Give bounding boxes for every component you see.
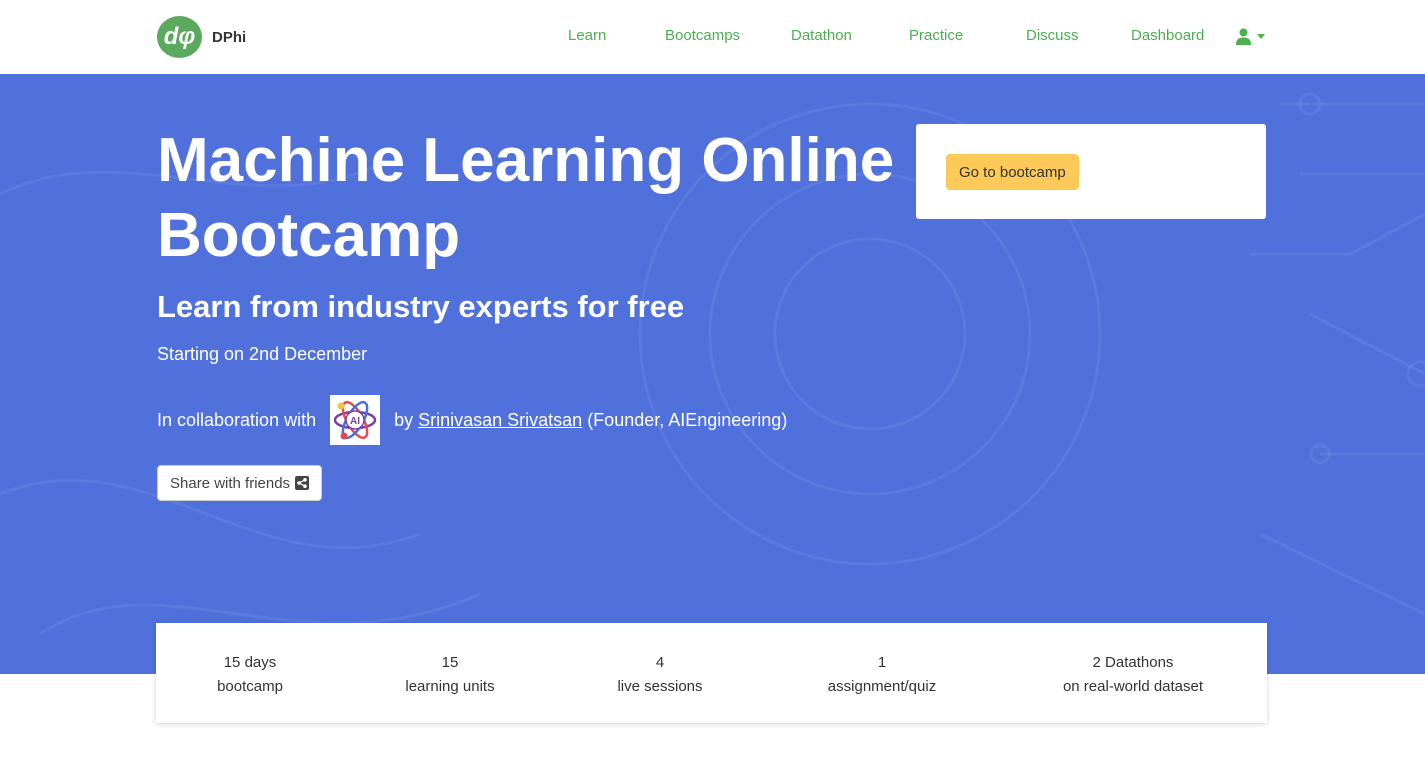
- stat-item: 1 assignment/quiz: [807, 651, 957, 699]
- stat-value: 4: [655, 654, 665, 671]
- nav-bootcamps[interactable]: Bootcamps: [665, 27, 740, 44]
- bootcamp-stats: 15 days bootcamp 15 learning units 4 liv…: [156, 623, 1267, 723]
- author-role: (Founder, AIEngineering): [587, 409, 788, 430]
- share-icon: [295, 476, 310, 490]
- user-icon: [1236, 28, 1251, 45]
- stat-label: on real-world dataset: [1062, 678, 1204, 695]
- stat-item: 2 Datathons on real-world dataset: [1043, 651, 1223, 699]
- share-button-label: Share with friends: [170, 474, 291, 492]
- partner-logo: AI: [330, 395, 381, 445]
- stat-label: learning units: [405, 678, 495, 695]
- stat-item: 15 learning units: [385, 651, 515, 699]
- bootcamp-cta-card: Go to bootcamp: [916, 124, 1266, 219]
- start-date: Starting on 2nd December: [157, 344, 368, 364]
- brand-logo[interactable]: dφ DPhi: [157, 16, 246, 58]
- nav-dashboard[interactable]: Dashboard: [1131, 27, 1204, 44]
- nav-learn[interactable]: Learn: [568, 27, 606, 44]
- page-title: Machine Learning Online Bootcamp: [157, 126, 895, 270]
- stat-label: live sessions: [617, 678, 703, 695]
- stat-value: 15: [441, 654, 459, 671]
- nav-datathon[interactable]: Datathon: [791, 27, 852, 44]
- top-navbar: dφ DPhi Learn Bootcamps Datathon Practic…: [0, 0, 1425, 74]
- nav-practice[interactable]: Practice: [909, 27, 963, 44]
- nav-discuss[interactable]: Discuss: [1026, 27, 1079, 44]
- user-menu-toggle[interactable]: [1236, 28, 1265, 45]
- stat-value: 2 Datathons: [1092, 654, 1174, 671]
- author-link[interactable]: Srinivasan Srivatsan: [418, 410, 582, 431]
- stat-value: 15 days: [223, 654, 277, 671]
- partner-logo-text: AI: [350, 416, 360, 427]
- stat-label: bootcamp: [217, 678, 283, 695]
- brand-name: DPhi: [212, 28, 247, 46]
- stat-item: 4 live sessions: [595, 651, 725, 699]
- page-subtitle: Learn from industry experts for free: [157, 289, 685, 324]
- share-button[interactable]: Share with friends: [157, 465, 323, 501]
- stat-value: 1: [877, 654, 887, 671]
- collab-prefix: In collaboration with: [157, 409, 317, 430]
- stat-label: assignment/quiz: [827, 678, 937, 695]
- collaboration-line: In collaboration with AI by Srinivasan S…: [157, 395, 787, 445]
- by-prefix: by: [394, 409, 414, 430]
- atom-icon: AI: [333, 400, 377, 440]
- chevron-down-icon: [1257, 34, 1265, 39]
- go-to-bootcamp-button[interactable]: Go to bootcamp: [946, 154, 1079, 190]
- stat-item: 15 days bootcamp: [190, 651, 310, 699]
- logo-mark: dφ: [157, 16, 202, 58]
